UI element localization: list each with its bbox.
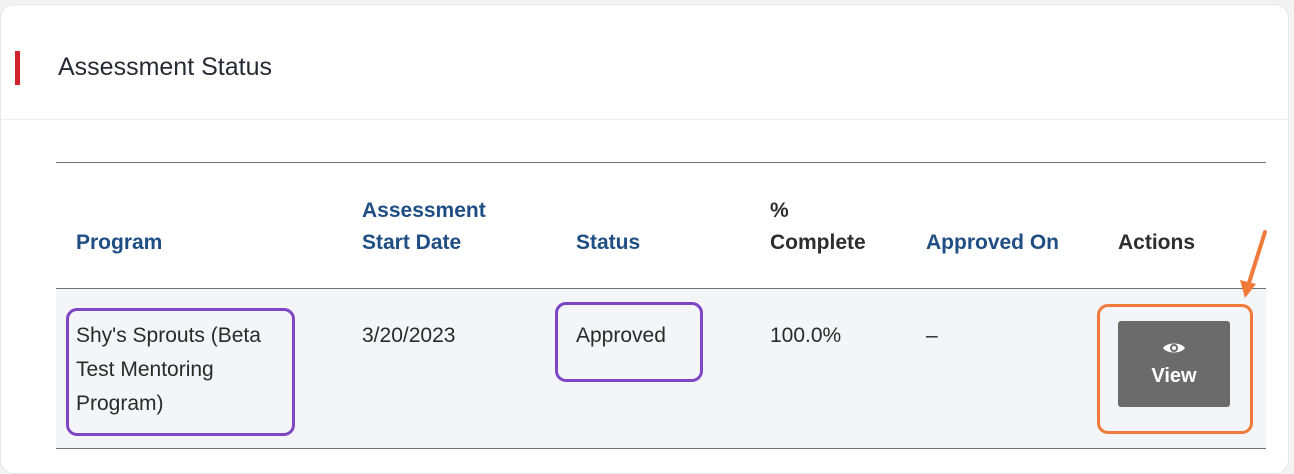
column-header-program[interactable]: Program xyxy=(56,162,342,289)
percent-complete-cell: 100.0% xyxy=(750,288,906,449)
approved-on-cell: – xyxy=(906,288,1098,449)
column-header-approved-on[interactable]: Approved On xyxy=(906,162,1098,289)
eye-icon xyxy=(1163,343,1185,352)
view-button-label: View xyxy=(1151,364,1197,387)
start-date-cell: 3/20/2023 xyxy=(342,288,556,449)
table-header-row: Program Assessment Start Date Status % C… xyxy=(56,162,1266,289)
arrow-annotation-icon xyxy=(1240,230,1267,298)
column-header-assessment-start-date[interactable]: Assessment Start Date xyxy=(342,162,556,289)
view-button[interactable]: View xyxy=(1118,321,1230,407)
card-title: Assessment Status xyxy=(58,53,272,81)
status-highlight-box xyxy=(555,302,703,382)
program-highlight-box xyxy=(66,308,295,436)
card-header: Assessment Status xyxy=(1,5,1288,120)
column-header-percent-complete: % Complete xyxy=(750,162,906,289)
title-accent-bar xyxy=(15,51,20,85)
column-header-status[interactable]: Status xyxy=(556,162,750,289)
